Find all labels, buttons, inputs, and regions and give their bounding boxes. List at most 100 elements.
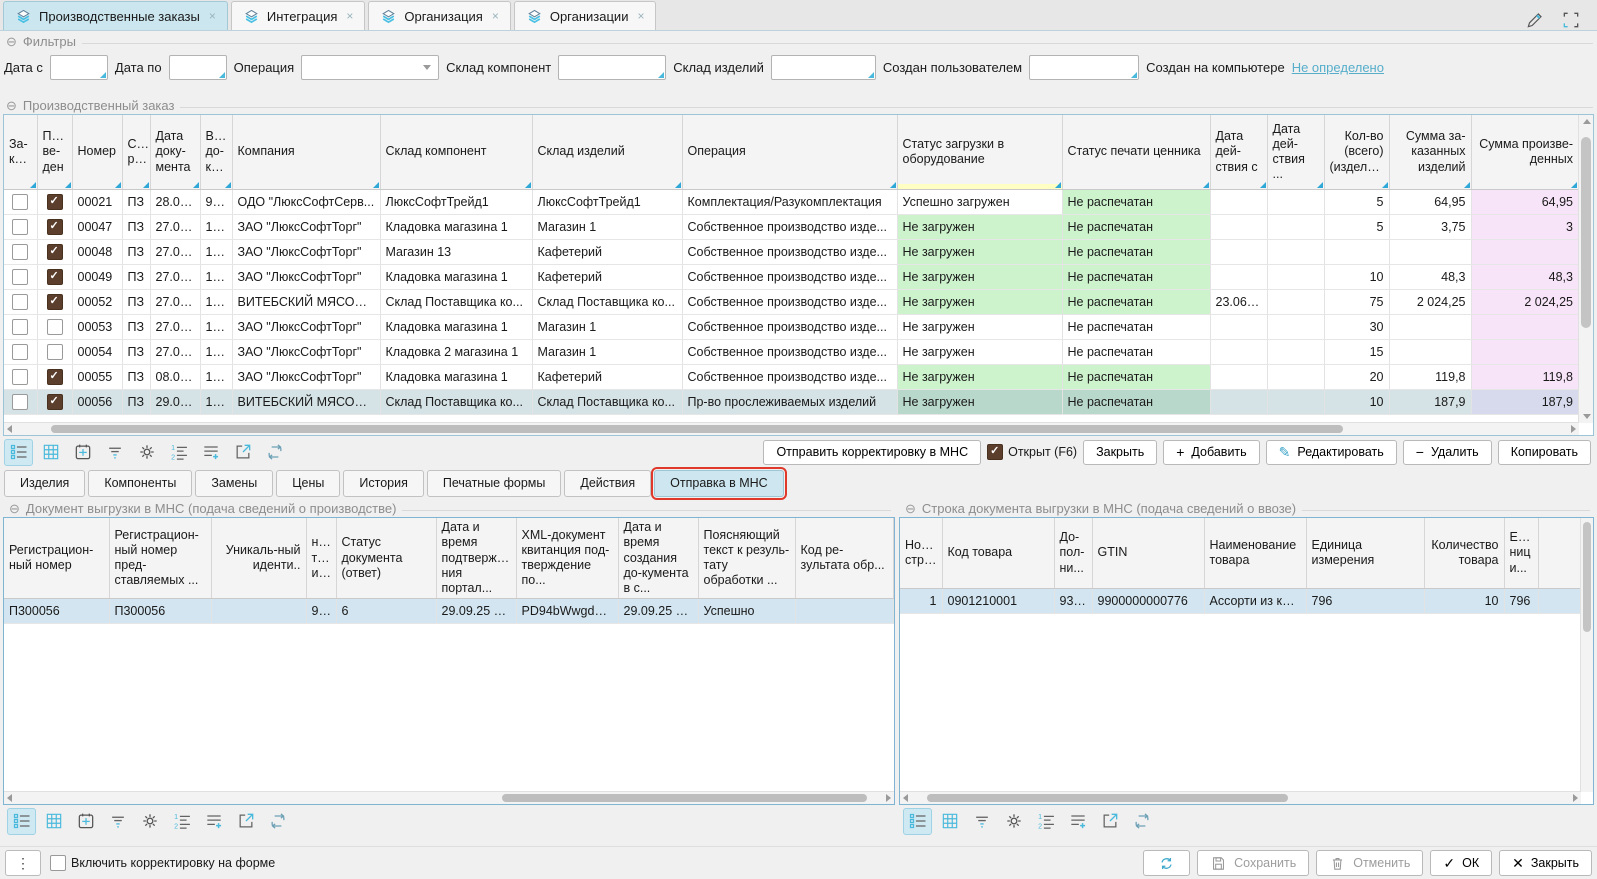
order-row[interactable]: 00052 ПЗ 27.06.24 16:16 ВИТЕБСКИЙ МЯСОМ.… xyxy=(4,290,1579,315)
tab-actions[interactable]: Действия xyxy=(564,470,651,497)
settings-button[interactable] xyxy=(999,808,1028,835)
add-list-button[interactable] xyxy=(1063,808,1092,835)
scrollbar-thumb[interactable] xyxy=(502,794,867,802)
col-xml-receipt[interactable]: XML-документ квитанция под-тверждение по… xyxy=(516,518,618,599)
refresh-form-button[interactable] xyxy=(1143,850,1190,876)
view-grid-button[interactable] xyxy=(36,439,65,466)
delete-button[interactable]: −Удалить xyxy=(1403,440,1492,465)
add-list-button[interactable] xyxy=(199,808,228,835)
order-row[interactable]: 00048 ПЗ 27.06.24 10:59 ЗАО "ЛюксСофтТор… xyxy=(4,240,1579,265)
col-date-from[interactable]: Дата дей-ствия с xyxy=(1210,115,1267,190)
col-result-code[interactable]: Код ре-зультата обр... xyxy=(795,518,894,599)
export-button[interactable] xyxy=(1095,808,1124,835)
export-button[interactable] xyxy=(231,808,260,835)
component-warehouse-input[interactable] xyxy=(558,55,666,80)
view-grid-button[interactable] xyxy=(935,808,964,835)
numbered-list-button[interactable] xyxy=(1031,808,1060,835)
tab-integration[interactable]: Интеграция × xyxy=(231,1,366,30)
filter-button[interactable] xyxy=(103,808,132,835)
posted-checkbox[interactable] xyxy=(47,219,63,235)
operation-select[interactable] xyxy=(301,55,439,80)
col-component-wh[interactable]: Склад компонент xyxy=(380,115,532,190)
col-series[interactable]: Се-рия xyxy=(122,115,150,190)
fullscreen-expand-icon[interactable] xyxy=(1561,10,1581,30)
copy-button[interactable]: Копировать xyxy=(1498,440,1591,465)
tab-prices[interactable]: Цены xyxy=(276,470,340,497)
edit-pencil-icon[interactable] xyxy=(1525,10,1545,30)
close-form-button[interactable]: ✕Закрыть xyxy=(1499,850,1592,876)
order-row[interactable]: 00055 ПЗ 08.09.25 14:30 ЗАО "ЛюксСофтТор… xyxy=(4,365,1579,390)
col-company[interactable]: Компания xyxy=(232,115,380,190)
export-button[interactable] xyxy=(228,439,257,466)
closed-checkbox[interactable] xyxy=(12,219,28,235)
posted-checkbox[interactable] xyxy=(47,244,63,260)
collapse-icon[interactable]: ⊖ xyxy=(6,35,17,48)
closed-checkbox[interactable] xyxy=(12,319,28,335)
posted-checkbox[interactable] xyxy=(47,394,63,410)
tab-production-orders[interactable]: Производственные заказы × xyxy=(3,1,228,30)
doc-horizontal-scrollbar[interactable] xyxy=(4,791,894,804)
col-qty[interactable]: Кол-во (всего) (изделие) xyxy=(1324,115,1389,190)
closed-checkbox[interactable] xyxy=(12,344,28,360)
orders-vertical-scrollbar[interactable] xyxy=(1578,115,1593,423)
collapse-icon[interactable]: ⊖ xyxy=(9,502,20,515)
posted-checkbox[interactable] xyxy=(47,369,63,385)
col-confirm-datetime[interactable]: Дата и время подтвержде-ния портал... xyxy=(436,518,516,599)
col-unit[interactable]: Единица измерения xyxy=(1306,518,1424,589)
reload-button[interactable] xyxy=(1127,808,1156,835)
col-unique-id[interactable]: Уникаль-ный иденти.. xyxy=(211,518,306,599)
order-row-selected[interactable]: 00056 ПЗ 29.09.25 12:14 ВИТЕБСКИЙ МЯСОМ.… xyxy=(4,390,1579,415)
send-correction-button[interactable]: Отправить корректировку в МНС xyxy=(763,440,981,465)
tab-components[interactable]: Компоненты xyxy=(88,470,192,497)
scrollbar-thumb[interactable] xyxy=(927,794,1288,802)
col-reg-number[interactable]: Регистрацион-ный номер xyxy=(4,518,109,599)
col-record-id[interactable]: нти- тор иси xyxy=(306,518,336,599)
view-list-button[interactable] xyxy=(903,808,932,835)
created-by-input[interactable] xyxy=(1029,55,1139,80)
include-correction-checkbox[interactable] xyxy=(50,855,66,871)
doc-row-selected[interactable]: П300056 П300056 938 6 29.09.25 13:01 PD9… xyxy=(4,599,894,624)
collapse-icon[interactable]: ⊖ xyxy=(6,99,17,112)
posted-checkbox[interactable] xyxy=(47,319,63,335)
open-f6-checkbox[interactable] xyxy=(987,444,1003,460)
posted-checkbox[interactable] xyxy=(47,194,63,210)
edit-button[interactable]: ✎Редактировать xyxy=(1266,440,1397,465)
order-row[interactable]: 00049 ПЗ 27.06.24 13:22 ЗАО "ЛюксСофтТор… xyxy=(4,265,1579,290)
tab-products[interactable]: Изделия xyxy=(4,470,85,497)
reload-button[interactable] xyxy=(263,808,292,835)
col-sum-produced[interactable]: Сумма произве-денных xyxy=(1471,115,1579,190)
col-extra[interactable] xyxy=(1538,518,1581,589)
tab-organizations[interactable]: Организации × xyxy=(514,1,657,30)
scroll-left-icon[interactable] xyxy=(7,794,12,802)
col-posted[interactable]: Про-ве-ден xyxy=(37,115,72,190)
product-warehouse-input[interactable] xyxy=(771,55,876,80)
col-quantity[interactable]: Количество товара xyxy=(1424,518,1504,589)
more-options-button[interactable]: ⋮ xyxy=(5,850,41,876)
col-closed[interactable]: За-крыт xyxy=(4,115,37,190)
created-on-link[interactable]: Не определено xyxy=(1292,60,1384,75)
closed-checkbox[interactable] xyxy=(12,394,28,410)
scroll-right-icon[interactable] xyxy=(886,794,891,802)
col-product-code[interactable]: Код товара xyxy=(942,518,1054,589)
close-tab-icon[interactable]: × xyxy=(492,9,499,23)
col-load-status[interactable]: Статус загрузки в оборудование xyxy=(897,115,1062,190)
col-product-name[interactable]: Наименование товара xyxy=(1204,518,1306,589)
numbered-list-button[interactable] xyxy=(167,808,196,835)
col-doc-date[interactable]: Дата доку-мента xyxy=(150,115,200,190)
scroll-up-icon[interactable] xyxy=(1583,119,1591,124)
date-to-input[interactable] xyxy=(169,55,227,80)
col-doc-time[interactable]: Врем до-ку-... xyxy=(200,115,232,190)
col-operation[interactable]: Операция xyxy=(682,115,897,190)
date-from-input[interactable] xyxy=(50,55,108,80)
open-f6-checkbox-label[interactable]: Открыт (F6) xyxy=(987,444,1077,460)
close-tab-icon[interactable]: × xyxy=(637,9,644,23)
col-unit2[interactable]: Еди-ниц и... xyxy=(1504,518,1538,589)
closed-checkbox[interactable] xyxy=(12,244,28,260)
posted-checkbox[interactable] xyxy=(47,294,63,310)
col-date-to[interactable]: Дата дей-ствия ... xyxy=(1267,115,1324,190)
col-product-wh[interactable]: Склад изделий xyxy=(532,115,682,190)
order-row[interactable]: 00047 ПЗ 27.06.24 16:25 ЗАО "ЛюксСофтТор… xyxy=(4,215,1579,240)
closed-checkbox[interactable] xyxy=(12,369,28,385)
col-result-text[interactable]: Поясняющий текст к резуль-тату обработки… xyxy=(698,518,795,599)
calendar-button[interactable] xyxy=(68,439,97,466)
